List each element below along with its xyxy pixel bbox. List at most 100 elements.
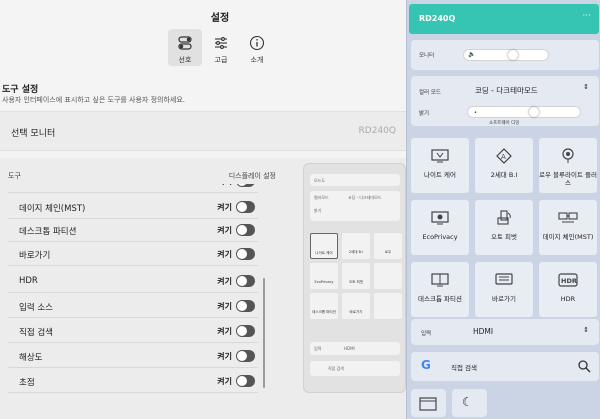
info-icon xyxy=(248,34,266,52)
tool-name: 입력 소스 xyxy=(19,303,53,313)
preview-text: 컬러모드 xyxy=(314,195,329,200)
tab-label: 선호 xyxy=(178,56,192,64)
toggle-switch[interactable] xyxy=(236,375,255,387)
tile-shortcut[interactable]: 바로가기 xyxy=(475,262,533,317)
hdr-icon: HDR xyxy=(557,271,579,289)
search-label: 직접 검색 xyxy=(451,364,477,372)
on-label: 켜기 xyxy=(217,250,232,259)
tool-name: 직접 검색 xyxy=(19,328,53,338)
toggle-switch[interactable] xyxy=(236,325,255,337)
list-item: 초점 켜기 xyxy=(8,370,258,393)
list-item: 데스크톱 파티션 켜기 xyxy=(8,219,258,242)
preview-search: 직접 검색 xyxy=(310,361,400,376)
device-name: RD240Q xyxy=(419,14,456,23)
on-label: 켜기 xyxy=(217,184,232,187)
window-switch-button[interactable] xyxy=(411,389,446,417)
list-item: 켜기 xyxy=(8,184,258,193)
tile-label: 오토 피벗 xyxy=(491,233,517,241)
on-label: 켜기 xyxy=(217,302,232,311)
search-card[interactable]: G 직접 검색 xyxy=(411,352,599,381)
tool-list-header: 도구 디스플레이 설정 xyxy=(8,171,276,181)
on-label: 켜기 xyxy=(217,226,232,235)
toggle-switch[interactable] xyxy=(236,300,255,312)
toggle-switch[interactable] xyxy=(236,248,255,260)
on-label: 켜기 xyxy=(217,327,232,336)
tile-eco-privacy[interactable]: EcoPrivacy xyxy=(411,200,469,255)
tool-list: 켜기 데이지 체인(MST) 켜기 데스크톱 파티션 켜기 바로가기 켜기 HD… xyxy=(8,184,258,419)
toggle-switch[interactable] xyxy=(236,184,255,187)
tile-low-blue-light[interactable]: 로우 블루라이트 플러스 xyxy=(539,138,597,193)
list-item: 직접 검색 켜기 xyxy=(8,320,258,343)
preview-tile-grid: 나이트 케어 2세대 B.I 로우 EcoPrivacy 오토 피벗 데스크톱 … xyxy=(310,233,402,319)
tile-desktop-partition[interactable]: 데스크톱 파티션 xyxy=(411,262,469,317)
brightness-knob[interactable] xyxy=(529,107,539,117)
volume-label: 모니터 xyxy=(419,53,435,59)
preview-tile: 오토 피벗 xyxy=(342,263,370,289)
preview-tile: 로우 xyxy=(374,233,402,259)
tile-daisy-chain[interactable]: 데이지 체인(MST) xyxy=(539,200,597,255)
tab-preferences[interactable]: 선호 xyxy=(168,29,202,66)
night-care-icon xyxy=(429,147,451,165)
volume-slider[interactable]: 🔈 xyxy=(463,49,549,61)
low-blue-light-icon xyxy=(557,147,579,165)
scrollbar[interactable] xyxy=(263,278,265,388)
input-card[interactable]: 입력 HDMI ⇕ xyxy=(411,319,599,345)
list-item: 해상도 켜기 xyxy=(8,345,258,368)
tile-label: 나이트 케어 xyxy=(424,171,456,179)
brightness-slider[interactable]: • xyxy=(467,106,581,118)
tab-advanced[interactable]: 고급 xyxy=(204,29,238,66)
section-description: 사용자 인터페이스에 표시하고 싶은 도구를 사용자 정의하세요. xyxy=(2,96,186,104)
header-display: 디스플레이 설정 xyxy=(228,172,276,180)
software-dimming-label: 소프트웨어 디밍 xyxy=(489,121,520,126)
desktop-partition-icon xyxy=(429,271,451,289)
tool-name: 데이지 체인(MST) xyxy=(19,204,86,214)
preview-color-mode: 컬러모드 코딩 - 다크테마모드 밝기 xyxy=(310,191,400,221)
toggle-switch[interactable] xyxy=(236,224,255,236)
brightness-icon: • xyxy=(474,110,477,116)
chevron-updown-icon[interactable]: ⇕ xyxy=(583,326,589,334)
monitor-value: RD240Q xyxy=(358,126,396,136)
more-menu-button[interactable]: ··· xyxy=(582,11,591,21)
quick-panel: RD240Q ··· 모니터 🔈 컬러 모드 코딩 - 다크테마모드 ⇕ 밝기 … xyxy=(406,0,600,419)
dark-mode-button[interactable]: ☾ xyxy=(452,389,487,417)
tile-label: 바로가기 xyxy=(492,295,516,303)
toggle-switch[interactable] xyxy=(236,275,255,287)
toggle-icon xyxy=(176,34,194,52)
tab-bar: 선호 고급 소개 xyxy=(168,29,274,66)
color-mode-label: 컬러 모드 xyxy=(419,90,441,96)
tool-name: 초점 xyxy=(19,378,35,388)
preview-text: 모드도 xyxy=(314,178,326,183)
volume-knob[interactable] xyxy=(508,50,518,60)
preview-text: 입력 xyxy=(314,346,322,351)
tile-hdr[interactable]: HDR HDR xyxy=(539,262,597,317)
preview-tile: EcoPrivacy xyxy=(310,263,338,289)
search-icon[interactable] xyxy=(578,358,591,377)
list-item: HDR 켜기 xyxy=(8,270,258,293)
tool-name: 해상도 xyxy=(19,353,43,363)
color-mode-value[interactable]: 코딩 - 다크테마모드 xyxy=(475,85,538,96)
daisy-chain-icon xyxy=(557,209,579,227)
chevron-updown-icon[interactable]: ⇕ xyxy=(583,83,589,91)
tool-name: 데스크톱 파티션 xyxy=(19,227,77,237)
tab-label: 소개 xyxy=(250,56,264,64)
tile-brightness-intelligence[interactable]: A 2세대 B.I xyxy=(475,138,533,193)
device-header: RD240Q ··· xyxy=(409,4,599,34)
tile-label: 2세대 B.I xyxy=(490,171,518,179)
tile-night-care[interactable]: 나이트 케어 xyxy=(411,138,469,193)
tile-label: EcoPrivacy xyxy=(422,233,458,241)
toggle-switch[interactable] xyxy=(236,201,255,213)
tool-name: HDR xyxy=(19,276,38,286)
tile-label: HDR xyxy=(560,295,576,303)
toggle-switch[interactable] xyxy=(236,350,255,362)
monitor-select[interactable]: 선택 모니터 RD240Q xyxy=(0,111,406,151)
preview-text: 직접 검색 xyxy=(328,366,344,371)
tab-label: 고급 xyxy=(214,56,228,64)
speaker-icon: 🔈 xyxy=(468,51,476,58)
eco-privacy-icon xyxy=(429,209,451,227)
tab-about[interactable]: 소개 xyxy=(240,29,274,66)
layout-preview: 모드도 컬러모드 코딩 - 다크테마모드 밝기 나이트 케어 2세대 B.I 로… xyxy=(303,163,406,393)
tile-auto-pivot[interactable]: 오토 피벗 xyxy=(475,200,533,255)
on-label: 켜기 xyxy=(217,277,232,286)
preview-input: 입력 HDMI xyxy=(310,342,400,355)
preview-tile: 2세대 B.I xyxy=(342,233,370,259)
